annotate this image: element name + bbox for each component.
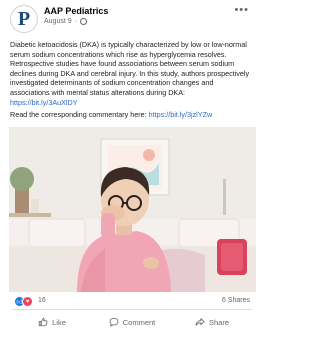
facebook-post-card: P AAP Pediatrics August 9 · ••• Diabetic…	[0, 0, 263, 338]
actions-divider	[12, 309, 252, 310]
thumbs-up-icon	[38, 317, 48, 327]
article-link[interactable]: https://bit.ly/3AuXlDY	[10, 98, 78, 107]
post-date[interactable]: August 9	[44, 18, 72, 25]
reactions-bar: 👍︎ ♥ 16 6 Shares	[14, 296, 250, 307]
more-options-icon[interactable]: •••	[234, 4, 249, 16]
share-button[interactable]: Share	[172, 312, 252, 332]
page-avatar[interactable]: P	[10, 5, 38, 33]
like-button[interactable]: Like	[12, 312, 92, 332]
like-label: Like	[52, 317, 66, 327]
commentary-link[interactable]: https://bit.ly/3jzlYZw	[149, 110, 213, 119]
comment-button[interactable]: Comment	[92, 312, 172, 332]
comment-icon	[109, 317, 119, 327]
reaction-count[interactable]: 16	[38, 297, 46, 304]
dot-separator: ·	[74, 18, 77, 25]
photo-child-headache	[9, 127, 256, 292]
post-actions: Like Comment Share	[12, 312, 252, 332]
post-body-text: Diabetic ketoacidosis (DKA) is typically…	[10, 40, 250, 97]
share-label: Share	[208, 317, 229, 327]
globe-icon	[79, 18, 87, 25]
share-arrow-icon	[195, 318, 205, 326]
reaction-icons[interactable]: 👍︎ ♥	[14, 296, 33, 307]
heart-reaction-icon: ♥	[22, 296, 33, 307]
post-meta: August 9 ·	[44, 18, 87, 25]
post-photo[interactable]	[9, 127, 256, 292]
commentary-text: Read the corresponding commentary here:	[10, 110, 149, 120]
commentary-line: Read the corresponding commentary here: …	[10, 110, 254, 120]
share-count[interactable]: 6 Shares	[222, 297, 250, 304]
post-text: Diabetic ketoacidosis (DKA) is typically…	[10, 40, 254, 120]
comment-label: Comment	[122, 317, 156, 327]
page-name[interactable]: AAP Pediatrics	[44, 6, 108, 16]
post-body: Diabetic ketoacidosis (DKA) is typically…	[10, 40, 254, 107]
post-header: P AAP Pediatrics August 9 · •••	[8, 4, 255, 38]
avatar-letter: P	[17, 7, 31, 30]
